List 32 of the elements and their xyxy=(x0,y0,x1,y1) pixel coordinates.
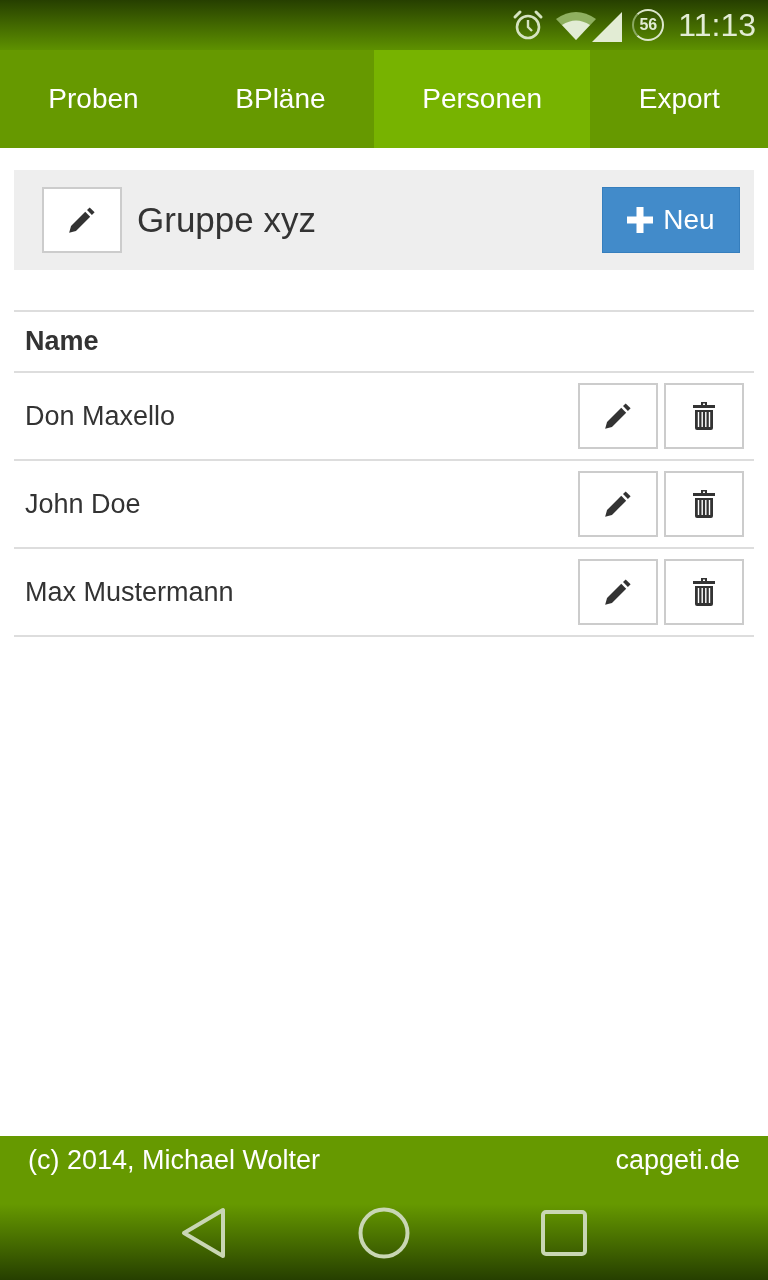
back-icon[interactable] xyxy=(180,1206,227,1259)
pencil-icon xyxy=(68,206,96,234)
delete-button[interactable] xyxy=(664,471,744,537)
pencil-icon xyxy=(604,578,632,606)
plus-icon xyxy=(627,207,654,233)
delete-button[interactable] xyxy=(664,383,744,449)
home-icon[interactable] xyxy=(358,1206,410,1259)
column-header: Name xyxy=(25,326,99,357)
person-name: Don Maxello xyxy=(25,400,176,432)
trash-icon xyxy=(693,578,715,606)
edit-button[interactable] xyxy=(578,471,658,537)
edit-button[interactable] xyxy=(578,559,658,625)
clock-time: 11:13 xyxy=(678,6,756,44)
trash-icon xyxy=(693,402,715,430)
tab[interactable]: Personen xyxy=(373,50,591,148)
alarm-clock-icon xyxy=(512,9,545,41)
wifi-icon xyxy=(556,12,597,40)
battery-percent: 56 xyxy=(632,9,665,41)
pencil-icon xyxy=(604,490,632,518)
trash-icon xyxy=(693,490,715,518)
person-name: Max Mustermann xyxy=(25,576,234,608)
pencil-icon xyxy=(604,402,632,430)
signal-icon xyxy=(592,12,623,42)
website-text: capgeti.de xyxy=(615,1145,740,1176)
recent-apps-icon[interactable] xyxy=(541,1209,588,1256)
edit-button[interactable] xyxy=(578,383,658,449)
group-name: Gruppe xyz xyxy=(137,200,317,240)
person-name: John Doe xyxy=(25,488,141,520)
edit-group-button[interactable] xyxy=(42,187,122,253)
copyright-text: (c) 2014, Michael Wolter xyxy=(28,1145,321,1176)
new-button[interactable]: Neu xyxy=(602,187,740,253)
delete-button[interactable] xyxy=(664,559,744,625)
